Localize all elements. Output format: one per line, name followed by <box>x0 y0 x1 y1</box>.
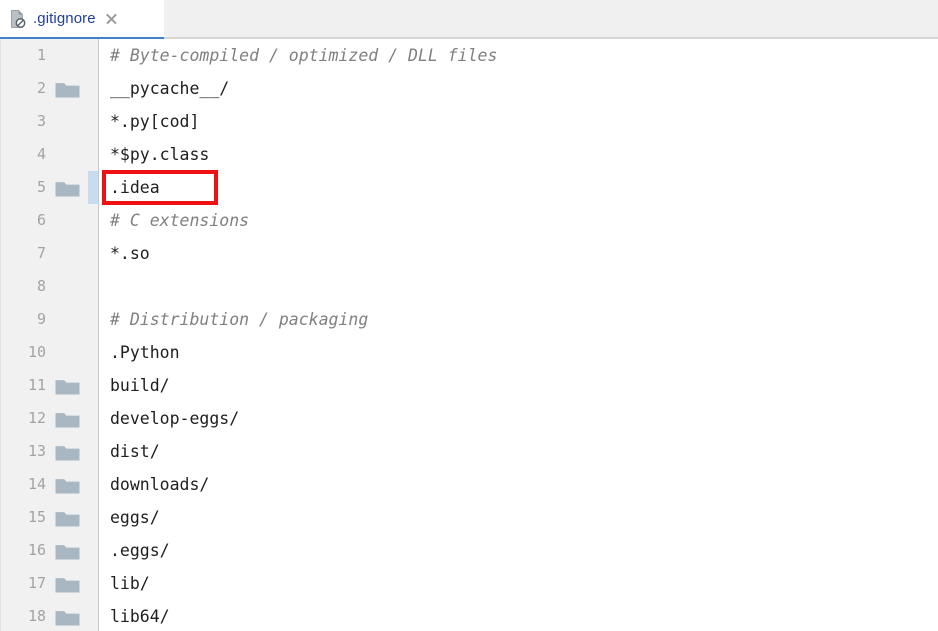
tab-label: .gitignore <box>33 10 96 27</box>
line-number: 11 <box>27 376 46 394</box>
line-number: 17 <box>27 574 46 592</box>
folder-icon <box>55 378 80 395</box>
editor-tab-bar: .gitignore <box>0 0 938 40</box>
folder-icon <box>55 411 80 428</box>
code-text: develop-eggs/ <box>110 409 240 428</box>
code-line[interactable]: 2 __pycache__/ <box>0 72 938 105</box>
ide-editor-window: .gitignore 1 # Byte-compiled / optimized … <box>0 0 938 631</box>
line-number: 9 <box>36 310 46 328</box>
code-text: lib64/ <box>110 607 170 626</box>
code-line[interactable]: 1 # Byte-compiled / optimized / DLL files <box>0 39 938 72</box>
gutter-line-highlight <box>88 171 98 204</box>
line-number: 2 <box>36 79 46 97</box>
line-number: 7 <box>36 244 46 262</box>
folder-icon <box>55 609 80 626</box>
code-line[interactable]: 5 .idea <box>0 171 938 204</box>
code-line[interactable]: 3 *.py[cod] <box>0 105 938 138</box>
tab-gitignore[interactable]: .gitignore <box>0 0 164 37</box>
line-number: 15 <box>27 508 46 526</box>
code-comment: # Byte-compiled / optimized / DLL files <box>110 46 498 65</box>
line-number: 1 <box>36 46 46 64</box>
code-line[interactable]: 7 *.so <box>0 237 938 270</box>
line-number: 12 <box>27 409 46 427</box>
code-line[interactable]: 14 downloads/ <box>0 468 938 501</box>
code-comment: # Distribution / packaging <box>110 310 369 329</box>
code-line[interactable]: 17 lib/ <box>0 567 938 600</box>
line-number: 5 <box>36 178 46 196</box>
line-number: 14 <box>27 475 46 493</box>
code-editor[interactable]: 1 # Byte-compiled / optimized / DLL files… <box>0 39 938 631</box>
line-number: 6 <box>36 211 46 229</box>
code-text: lib/ <box>110 574 150 593</box>
code-line[interactable]: 10 .Python <box>0 336 938 369</box>
folder-icon <box>55 510 80 527</box>
folder-icon <box>55 543 80 560</box>
folder-icon <box>55 444 80 461</box>
code-line[interactable]: 9 # Distribution / packaging <box>0 303 938 336</box>
line-number: 4 <box>36 145 46 163</box>
code-line[interactable]: 18 lib64/ <box>0 600 938 631</box>
line-number: 16 <box>27 541 46 559</box>
line-number: 8 <box>36 277 46 295</box>
code-text: *$py.class <box>110 145 210 164</box>
line-number: 18 <box>27 607 46 625</box>
code-line[interactable]: 4 *$py.class <box>0 138 938 171</box>
code-text: .eggs/ <box>110 541 170 560</box>
code-text: .idea <box>110 178 160 197</box>
code-text: build/ <box>110 376 170 395</box>
code-text: .Python <box>110 343 180 362</box>
line-number: 10 <box>27 343 46 361</box>
folder-icon <box>55 180 80 197</box>
code-line[interactable]: 13 dist/ <box>0 435 938 468</box>
code-line[interactable]: 16 .eggs/ <box>0 534 938 567</box>
code-line[interactable]: 8 <box>0 270 938 303</box>
code-line[interactable]: 15 eggs/ <box>0 501 938 534</box>
code-text: eggs/ <box>110 508 160 527</box>
close-icon[interactable] <box>104 12 118 26</box>
code-line[interactable]: 6 # C extensions <box>0 204 938 237</box>
code-text: dist/ <box>110 442 160 461</box>
code-comment: # C extensions <box>110 211 250 230</box>
code-text: *.so <box>110 244 150 263</box>
code-text: __pycache__/ <box>110 79 230 98</box>
code-lines: 1 # Byte-compiled / optimized / DLL files… <box>0 39 938 631</box>
code-line[interactable]: 11 build/ <box>0 369 938 402</box>
code-line[interactable]: 12 develop-eggs/ <box>0 402 938 435</box>
ignored-file-icon <box>9 9 26 28</box>
code-text: downloads/ <box>110 475 210 494</box>
folder-icon <box>55 576 80 593</box>
line-number: 13 <box>27 442 46 460</box>
line-number: 3 <box>36 112 46 130</box>
folder-icon <box>55 81 80 98</box>
code-text: *.py[cod] <box>110 112 200 131</box>
folder-icon <box>55 477 80 494</box>
